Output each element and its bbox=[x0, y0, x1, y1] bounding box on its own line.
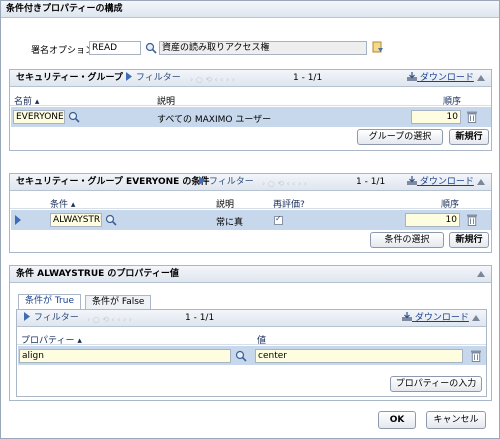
filter-button[interactable]: フィルター bbox=[198, 174, 254, 191]
group-description: すべての MAXIMO ユーザー bbox=[157, 115, 272, 125]
search-icon[interactable] bbox=[145, 42, 157, 54]
ok-button[interactable]: OK bbox=[378, 411, 416, 429]
security-groups-header: セキュリティー・グループ フィルター › ○ ⟲ ‹ ‹ › › 1 - 1/1… bbox=[10, 70, 491, 87]
section-title: セキュリティー・グループ bbox=[16, 73, 123, 83]
condition-sequence-input[interactable]: 10 bbox=[405, 213, 460, 227]
trash-icon[interactable] bbox=[466, 110, 478, 123]
divider bbox=[10, 105, 491, 106]
nav-arrows-icon: › ○ ⟲ ‹ ‹ › › bbox=[87, 315, 132, 324]
conditions-header: セキュリティー・グループ EVERYONE の条件 フィルター › ○ ⟲ ‹ … bbox=[10, 174, 491, 191]
download-label: ダウンロード bbox=[419, 73, 474, 83]
filter-label: フィルター bbox=[208, 177, 254, 187]
search-icon[interactable] bbox=[235, 350, 247, 362]
download-label: ダウンロード bbox=[414, 313, 469, 323]
download-label: ダウンロード bbox=[419, 177, 474, 187]
play-icon bbox=[126, 72, 132, 81]
dialog-title: 条件付きプロパティーの構成 bbox=[1, 1, 499, 18]
configure-conditional-properties-dialog: 条件付きプロパティーの構成 署名オプション: READ 資産の読み取りアクセス権… bbox=[0, 0, 500, 439]
nav-arrows-icon: › ○ ⟲ ‹ ‹ › › bbox=[262, 179, 307, 188]
group-sequence-input[interactable]: 10 bbox=[411, 110, 461, 124]
collapse-icon[interactable] bbox=[472, 315, 480, 321]
expand-row-icon[interactable] bbox=[14, 215, 22, 225]
signature-option-input[interactable]: READ bbox=[89, 41, 141, 55]
select-conditions-button[interactable]: 条件の選択 bbox=[370, 232, 444, 248]
pager-text: 1 - 1/1 bbox=[185, 313, 215, 323]
property-table: フィルター › ○ ⟲ ‹ ‹ › › 1 - 1/1 ダウンロード プロパティ… bbox=[16, 309, 487, 397]
download-icon bbox=[402, 312, 412, 321]
trash-icon[interactable] bbox=[466, 213, 478, 226]
tab-condition-false[interactable]: 条件が False bbox=[85, 295, 152, 309]
group-name-input[interactable]: EVERYONE bbox=[13, 110, 65, 124]
property-values-header: 条件 ALWAYSTRUE のプロパティー値 bbox=[10, 266, 491, 283]
divider bbox=[17, 344, 486, 345]
collapse-icon[interactable] bbox=[477, 271, 485, 277]
download-icon bbox=[407, 176, 417, 185]
condition-description: 常に真 bbox=[216, 218, 244, 228]
play-icon bbox=[24, 312, 30, 321]
download-icon bbox=[407, 72, 417, 81]
conditions-section: セキュリティー・グループ EVERYONE の条件 フィルター › ○ ⟲ ‹ … bbox=[9, 173, 492, 253]
new-row-button[interactable]: 新規行 bbox=[449, 129, 489, 145]
pager-text: 1 - 1/1 bbox=[293, 73, 323, 83]
value-input[interactable]: center bbox=[255, 349, 463, 363]
download-link[interactable]: ダウンロード bbox=[407, 70, 474, 87]
signature-option-label: 署名オプション: bbox=[31, 46, 98, 56]
section-title: セキュリティー・グループ EVERYONE の条件 bbox=[16, 177, 210, 187]
property-values-section: 条件 ALWAYSTRUE のプロパティー値 条件が True 条件が Fals… bbox=[9, 265, 492, 401]
filter-label: フィルター bbox=[135, 73, 181, 83]
filter-label: フィルター bbox=[33, 313, 79, 323]
divider bbox=[10, 208, 491, 209]
search-icon[interactable] bbox=[105, 214, 117, 226]
filter-button[interactable]: フィルター bbox=[125, 70, 181, 87]
trash-icon[interactable] bbox=[470, 349, 482, 362]
signature-description: 資産の読み取りアクセス権 bbox=[159, 41, 367, 55]
cancel-button[interactable]: キャンセル bbox=[426, 411, 486, 429]
select-groups-button[interactable]: グループの選択 bbox=[357, 129, 443, 145]
search-icon[interactable] bbox=[68, 111, 80, 123]
nav-arrows-icon: › ○ ⟲ ‹ ‹ › › bbox=[190, 75, 235, 84]
section-title: 条件 ALWAYSTRUE のプロパティー値 bbox=[16, 269, 179, 279]
filter-button[interactable]: フィルター bbox=[23, 310, 79, 327]
property-table-header: フィルター › ○ ⟲ ‹ ‹ › › 1 - 1/1 ダウンロード bbox=[17, 310, 486, 327]
security-groups-section: セキュリティー・グループ フィルター › ○ ⟲ ‹ ‹ › › 1 - 1/1… bbox=[9, 69, 492, 151]
collapse-icon[interactable] bbox=[477, 75, 485, 81]
pager-text: 1 - 1/1 bbox=[356, 177, 386, 187]
property-input[interactable]: align bbox=[19, 349, 231, 363]
new-row-button[interactable]: 新規行 bbox=[449, 232, 489, 248]
download-link[interactable]: ダウンロード bbox=[402, 310, 469, 327]
collapse-icon[interactable] bbox=[477, 179, 485, 185]
reevaluate-checkbox[interactable] bbox=[274, 214, 283, 225]
condition-input[interactable]: ALWAYSTRU bbox=[50, 213, 102, 227]
detail-menu-icon[interactable] bbox=[372, 41, 384, 54]
play-icon bbox=[199, 176, 205, 185]
enter-properties-button[interactable]: プロパティーの入力 bbox=[390, 376, 482, 392]
tab-condition-true[interactable]: 条件が True bbox=[18, 294, 81, 309]
download-link[interactable]: ダウンロード bbox=[407, 174, 474, 191]
